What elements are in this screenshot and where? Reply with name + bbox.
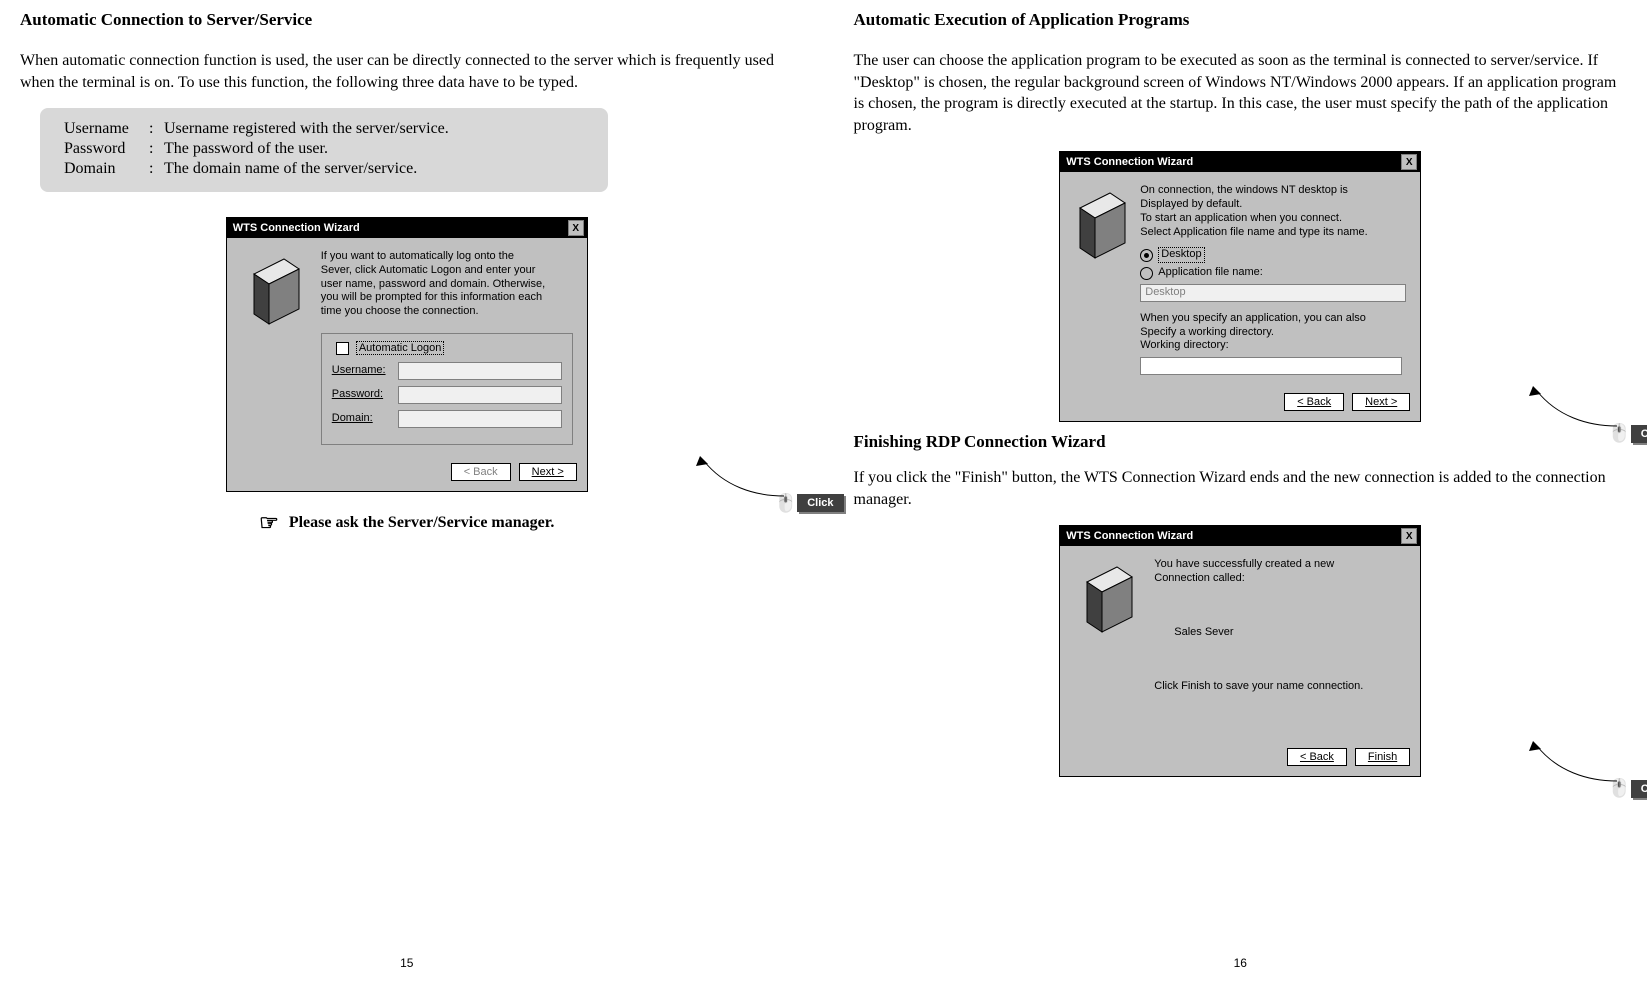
username-input[interactable] [398,362,562,380]
connection-name: Sales Sever [1154,626,1406,640]
wizard-graphic-icon [1068,554,1148,734]
intro-paragraph: When automatic connection function is us… [20,50,794,93]
page-15: Automatic Connection to Server/Service W… [20,10,794,970]
password-label: Password: [332,388,398,402]
close-icon[interactable]: X [568,220,584,236]
info-username-label: Username [64,120,149,138]
wizard-title: WTS Connection Wizard [233,222,360,234]
automatic-logon-legend: Automatic Logon [356,341,445,355]
wizard-titlebar: WTS Connection Wizard X [1060,152,1420,172]
wizard-desc-line: On connection, the windows NT desktop is [1140,184,1406,198]
click-badge: Click [1631,780,1647,798]
wizard-desc-line: Working directory: [1140,339,1406,353]
wizard-desc-line: Displayed by default. [1140,198,1406,212]
wizard-graphic-icon [1068,180,1134,379]
heading-auto-connection: Automatic Connection to Server/Service [20,10,794,30]
info-domain-value: The domain name of the server/service. [164,160,417,178]
credentials-info-box: Username : Username registered with the … [40,108,608,192]
page-16: Automatic Execution of Application Progr… [854,10,1628,970]
back-button[interactable]: < Back [1287,748,1347,766]
wizard-desc-line: time you choose the connection. [321,305,573,319]
wizard-desc-line: you will be prompted for this informatio… [321,291,573,305]
info-username-value: Username registered with the server/serv… [164,120,449,138]
back-button[interactable]: < Back [451,463,511,481]
info-password-label: Password [64,140,149,158]
wizard-desc-line: Select Application file name and type it… [1140,226,1406,240]
wizard-title: WTS Connection Wizard [1066,156,1193,168]
domain-input[interactable] [398,410,562,428]
page-number: 15 [20,956,794,970]
wts-wizard-finish: WTS Connection Wizard X You have success… [1059,525,1421,777]
desktop-radio-label: Desktop [1158,247,1204,263]
username-label: Username: [332,364,398,378]
wizard-desc-line: If you want to automatically log onto th… [321,250,573,264]
note-row: ☞ Please ask the Server/Service manager. [20,510,794,536]
desktop-radio[interactable] [1140,249,1153,262]
appfile-radio-label: Application file name: [1158,266,1263,280]
wizard-title: WTS Connection Wizard [1066,530,1193,542]
wizard-titlebar: WTS Connection Wizard X [227,218,587,238]
click-badge: Click [1631,425,1647,443]
heading-finish-wizard: Finishing RDP Connection Wizard [854,432,1628,452]
workdir-input[interactable] [1140,357,1402,375]
automatic-logon-checkbox[interactable] [336,342,349,355]
finish-paragraph: If you click the "Finish" button, the WT… [854,467,1628,510]
finish-button[interactable]: Finish [1355,748,1410,766]
wizard-desc-line: You have successfully created a new [1154,558,1406,572]
appfile-radio[interactable] [1140,267,1153,280]
next-button[interactable]: Next > [1352,393,1410,411]
click-badge: Click [797,494,843,512]
info-domain-label: Domain [64,160,149,178]
wizard-desc-line: Sever, click Automatic Logon and enter y… [321,264,573,278]
back-button[interactable]: < Back [1284,393,1344,411]
appfile-input[interactable]: Desktop [1140,284,1406,302]
wizard-titlebar: WTS Connection Wizard X [1060,526,1420,546]
wizard-desc-line: user name, password and domain. Otherwis… [321,278,573,292]
wts-wizard-autologon: WTS Connection Wizard X If you want to a… [226,217,588,492]
automatic-logon-fieldset: Automatic Logon Username: Password: [321,333,573,445]
wizard-graphic-icon [235,246,315,449]
wizard-desc-line: When you specify an application, you can… [1140,312,1406,326]
heading-auto-exec: Automatic Execution of Application Progr… [854,10,1628,30]
info-password-value: The password of the user. [164,140,328,158]
wizard-desc-line: Connection called: [1154,572,1406,586]
point-hand-icon: ☞ [259,510,279,536]
password-input[interactable] [398,386,562,404]
note-text: Please ask the Server/Service manager. [289,514,555,532]
wizard-desc-line: To start an application when you connect… [1140,212,1406,226]
intro-paragraph-right: The user can choose the application prog… [854,50,1628,136]
next-button[interactable]: Next > [519,463,577,481]
domain-label: Domain: [332,412,398,426]
close-icon[interactable]: X [1401,154,1417,170]
page-number: 16 [854,956,1628,970]
close-icon[interactable]: X [1401,528,1417,544]
wizard-desc-line: Click Finish to save your name connectio… [1154,680,1406,694]
wts-wizard-appselect: WTS Connection Wizard X On connection, t… [1059,151,1421,422]
wizard-desc-line: Specify a working directory. [1140,326,1406,340]
